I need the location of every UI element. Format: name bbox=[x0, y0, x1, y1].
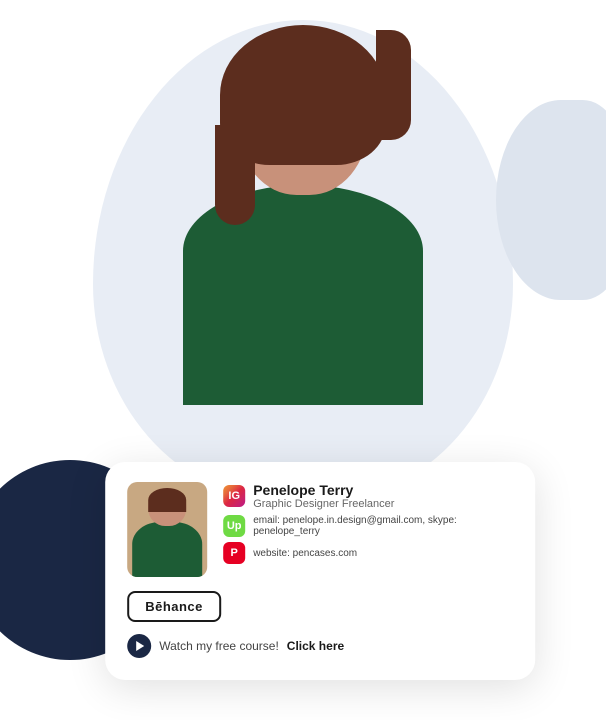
mini-head bbox=[148, 488, 186, 526]
contact-row: Up email: penelope.in.design@gmail.com, … bbox=[223, 515, 513, 537]
mini-body bbox=[132, 522, 202, 577]
profile-card: IG Penelope Terry Graphic Designer Freel… bbox=[105, 462, 535, 680]
website-text: website: pencases.com bbox=[253, 548, 357, 559]
person-role: Graphic Designer Freelancer bbox=[253, 498, 394, 510]
play-icon[interactable] bbox=[127, 634, 151, 658]
name-row: IG Penelope Terry Graphic Designer Freel… bbox=[223, 482, 513, 510]
course-row: Watch my free course! Click here bbox=[127, 634, 513, 658]
person-hair bbox=[220, 25, 386, 165]
play-triangle bbox=[136, 641, 144, 651]
mini-person bbox=[127, 482, 207, 577]
card-top: IG Penelope Terry Graphic Designer Freel… bbox=[127, 482, 513, 577]
person-head bbox=[238, 40, 368, 195]
card-info: IG Penelope Terry Graphic Designer Freel… bbox=[223, 482, 513, 569]
person-name: Penelope Terry bbox=[253, 482, 394, 498]
name-block: Penelope Terry Graphic Designer Freelanc… bbox=[253, 482, 394, 510]
course-text: Watch my free course! bbox=[159, 639, 279, 653]
course-link[interactable]: Click here bbox=[287, 639, 344, 653]
website-row: P website: pencases.com bbox=[223, 542, 513, 564]
instagram-icon: IG bbox=[223, 485, 245, 507]
mini-hair bbox=[148, 488, 186, 512]
pinterest-icon: P bbox=[223, 542, 245, 564]
person-container bbox=[113, 0, 493, 520]
scene: IG Penelope Terry Graphic Designer Freel… bbox=[0, 0, 606, 720]
behance-button[interactable]: Bēhance bbox=[127, 591, 221, 622]
mini-head-container bbox=[148, 488, 186, 526]
person-hair-right bbox=[376, 30, 411, 140]
person-figure bbox=[143, 20, 463, 520]
contact-text: email: penelope.in.design@gmail.com, sky… bbox=[253, 515, 513, 537]
card-avatar bbox=[127, 482, 207, 577]
upwork-icon: Up bbox=[223, 515, 245, 537]
